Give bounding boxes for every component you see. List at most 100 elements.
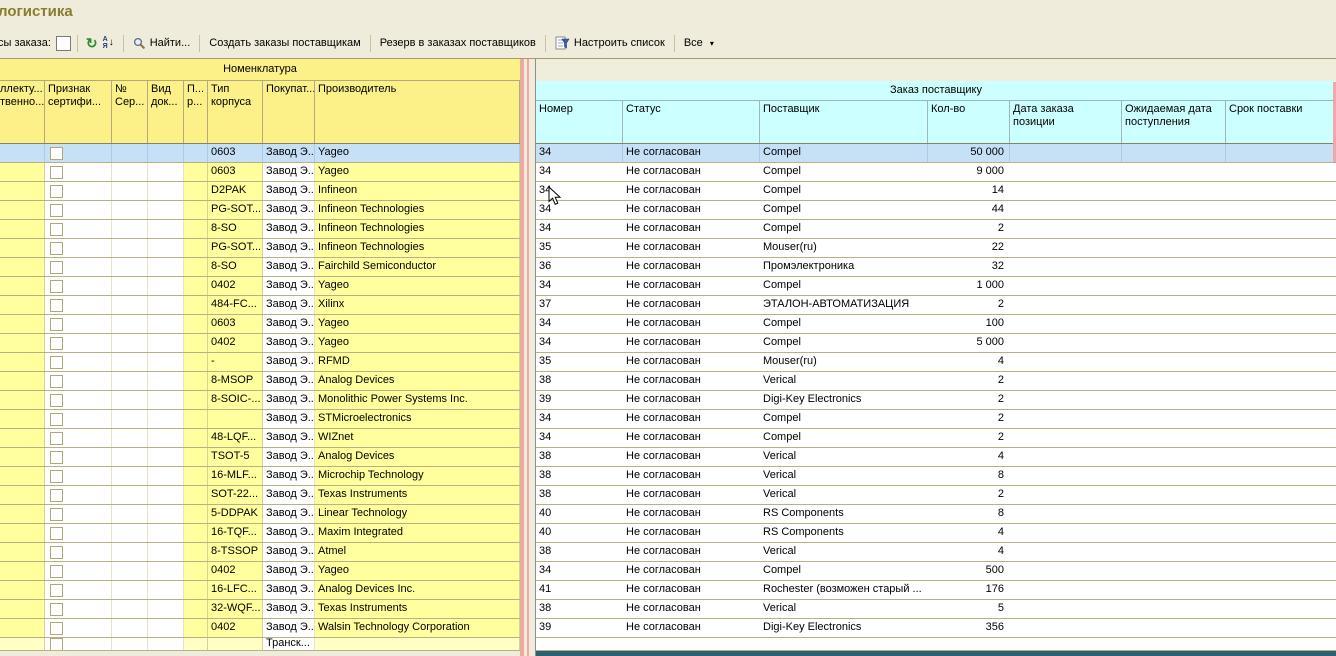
cert-checkbox[interactable] bbox=[50, 337, 63, 350]
cert-checkbox[interactable] bbox=[50, 204, 63, 217]
table-row-right[interactable]: 38Не согласованVerical2 bbox=[536, 486, 1336, 505]
table-row-right[interactable]: 35Не согласованMouser(ru)22 bbox=[536, 239, 1336, 258]
table-row-left[interactable]: TSOT-5Завод Э...Analog Devices bbox=[0, 448, 520, 467]
table-row-right[interactable]: 39Не согласованDigi-Key Electronics2 bbox=[536, 391, 1336, 410]
cert-checkbox[interactable] bbox=[50, 261, 63, 274]
table-row-left[interactable]: 484-FC...Завод Э...Xilinx bbox=[0, 296, 520, 315]
cert-checkbox[interactable] bbox=[50, 603, 63, 616]
table-row-left[interactable]: 8-MSOPЗавод Э...Analog Devices bbox=[0, 372, 520, 391]
cert-checkbox[interactable] bbox=[50, 638, 63, 650]
column-header-package[interactable]: Типкорпуса bbox=[208, 81, 263, 143]
column-header-delivery-term[interactable]: Срок поставки bbox=[1226, 101, 1336, 143]
cell-cert-checkbox[interactable] bbox=[45, 239, 112, 257]
cert-checkbox[interactable] bbox=[50, 508, 63, 521]
table-row-left[interactable]: 5-DDPAKЗавод Э...Linear Technology bbox=[0, 505, 520, 524]
table-row-right[interactable]: 37Не согласованЭТАЛОН-АВТОМАТИЗАЦИЯ2 bbox=[536, 296, 1336, 315]
column-header-serial[interactable]: №Сер... bbox=[112, 81, 148, 143]
horizontal-scrollbar[interactable] bbox=[536, 651, 1336, 656]
cert-checkbox[interactable] bbox=[50, 375, 63, 388]
configure-list-button[interactable]: Настроить список bbox=[552, 35, 668, 51]
table-row-right[interactable]: 34Не согласованCompel50 000 bbox=[536, 144, 1336, 163]
cell-cert-checkbox[interactable] bbox=[45, 144, 112, 162]
reserve-button[interactable]: Резерв в заказах поставщиков bbox=[377, 36, 539, 50]
cell-cert-checkbox[interactable] bbox=[45, 448, 112, 466]
refresh-icon[interactable]: ↻ bbox=[86, 36, 98, 50]
table-row-left[interactable]: 8-TSSOPЗавод Э...Atmel bbox=[0, 543, 520, 562]
cert-checkbox[interactable] bbox=[50, 622, 63, 635]
group-header-supplier-order[interactable]: Заказ поставщику bbox=[536, 81, 1336, 101]
table-row-left[interactable]: 16-TQF...Завод Э...Maxim Integrated bbox=[0, 524, 520, 543]
cell-cert-checkbox[interactable] bbox=[45, 524, 112, 542]
cert-checkbox[interactable] bbox=[50, 318, 63, 331]
table-row-left[interactable]: 32-WQF...Завод Э...Texas Instruments bbox=[0, 600, 520, 619]
cell-cert-checkbox[interactable] bbox=[45, 562, 112, 580]
group-header-nomenclature[interactable]: Номенклатура bbox=[0, 59, 520, 81]
cell-cert-checkbox[interactable] bbox=[45, 581, 112, 599]
find-button[interactable]: Найти... bbox=[130, 36, 194, 51]
table-row-left[interactable]: 16-MLF...Завод Э...Microchip Technology bbox=[0, 467, 520, 486]
table-row-right[interactable]: 34Не согласованCompel100 bbox=[536, 315, 1336, 334]
column-header-manufacturer[interactable]: Производитель bbox=[315, 81, 520, 143]
table-row-left[interactable]: 48-LQF...Завод Э...WIZnet bbox=[0, 429, 520, 448]
cell-cert-checkbox[interactable] bbox=[45, 277, 112, 295]
sort-icon[interactable]: АЯ ↓ bbox=[103, 36, 114, 50]
table-row-left[interactable]: 0603Завод Э...Yageo bbox=[0, 144, 520, 163]
table-row-right[interactable]: 38Не согласованVerical4 bbox=[536, 448, 1336, 467]
table-row-left[interactable]: 0402Завод Э...Yageo bbox=[0, 277, 520, 296]
cert-checkbox[interactable] bbox=[50, 242, 63, 255]
column-header-order-date[interactable]: Дата заказапозиции bbox=[1010, 101, 1122, 143]
cell-cert-checkbox[interactable] bbox=[45, 296, 112, 314]
cell-cert-checkbox[interactable] bbox=[45, 600, 112, 618]
column-header-cert-flag[interactable]: Признаксертифи... bbox=[45, 81, 112, 143]
cert-checkbox[interactable] bbox=[50, 470, 63, 483]
cell-cert-checkbox[interactable] bbox=[45, 220, 112, 238]
table-row-left[interactable]: 16-LFC...Завод Э...Analog Devices Inc. bbox=[0, 581, 520, 600]
column-header-number[interactable]: Номер bbox=[536, 101, 623, 143]
cert-checkbox[interactable] bbox=[50, 413, 63, 426]
cert-checkbox[interactable] bbox=[50, 565, 63, 578]
cert-checkbox[interactable] bbox=[50, 166, 63, 179]
column-header-completeness[interactable]: ллекту...твенно... bbox=[0, 81, 45, 143]
table-row-left[interactable]: 0402Завод Э...Walsin Technology Corporat… bbox=[0, 619, 520, 638]
cell-cert-checkbox[interactable] bbox=[45, 315, 112, 333]
table-row-left[interactable]: Транск... bbox=[0, 638, 520, 651]
cell-cert-checkbox[interactable] bbox=[45, 429, 112, 447]
cell-cert-checkbox[interactable] bbox=[45, 353, 112, 371]
table-row-right[interactable]: 34Не согласованCompel14 bbox=[536, 182, 1336, 201]
table-row-left[interactable]: PG-SOT...Завод Э...Infineon Technologies bbox=[0, 239, 520, 258]
table-row-right[interactable]: 38Не согласованVerical8 bbox=[536, 467, 1336, 486]
table-row-left[interactable]: SOT-22...Завод Э...Texas Instruments bbox=[0, 486, 520, 505]
table-row-left[interactable]: 0402Завод Э...Yageo bbox=[0, 562, 520, 581]
table-row-right[interactable]: 34Не согласованCompel2 bbox=[536, 220, 1336, 239]
cell-cert-checkbox[interactable] bbox=[45, 543, 112, 561]
table-row-right[interactable] bbox=[536, 638, 1336, 651]
table-row-right[interactable]: 40Не согласованRS Components4 bbox=[536, 524, 1336, 543]
cell-cert-checkbox[interactable] bbox=[45, 505, 112, 523]
cell-cert-checkbox[interactable] bbox=[45, 182, 112, 200]
column-header-supplier[interactable]: Поставщик bbox=[760, 101, 928, 143]
cert-checkbox[interactable] bbox=[50, 185, 63, 198]
cell-cert-checkbox[interactable] bbox=[45, 201, 112, 219]
table-row-right[interactable]: 39Не согласованDigi-Key Electronics356 bbox=[536, 619, 1336, 638]
table-row-right[interactable]: 40Не согласованRS Components8 bbox=[536, 505, 1336, 524]
table-row-left[interactable]: -Завод Э...RFMD bbox=[0, 353, 520, 372]
table-row-right[interactable]: 41Не согласованRochester (возможен стары… bbox=[536, 581, 1336, 600]
table-row-left[interactable]: 8-SOЗавод Э...Infineon Technologies bbox=[0, 220, 520, 239]
cert-checkbox[interactable] bbox=[50, 147, 63, 160]
order-status-checkbox[interactable] bbox=[56, 36, 71, 51]
cert-checkbox[interactable] bbox=[50, 280, 63, 293]
cell-cert-checkbox[interactable] bbox=[45, 638, 112, 650]
cert-checkbox[interactable] bbox=[50, 584, 63, 597]
cell-cert-checkbox[interactable] bbox=[45, 467, 112, 485]
table-row-left[interactable]: PG-SOT...Завод Э...Infineon Technologies bbox=[0, 201, 520, 220]
cell-cert-checkbox[interactable] bbox=[45, 486, 112, 504]
all-menu-button[interactable]: Все ▾ bbox=[681, 36, 717, 50]
cert-checkbox[interactable] bbox=[50, 432, 63, 445]
cert-checkbox[interactable] bbox=[50, 394, 63, 407]
table-row-right[interactable]: 38Не согласованVerical4 bbox=[536, 543, 1336, 562]
cert-checkbox[interactable] bbox=[50, 223, 63, 236]
table-row-right[interactable]: 36Не согласованПромэлектроника32 bbox=[536, 258, 1336, 277]
table-row-right[interactable]: 34Не согласованCompel2 bbox=[536, 410, 1336, 429]
table-row-left[interactable]: 8-SOIC-...Завод Э...Monolithic Power Sys… bbox=[0, 391, 520, 410]
cert-checkbox[interactable] bbox=[50, 451, 63, 464]
